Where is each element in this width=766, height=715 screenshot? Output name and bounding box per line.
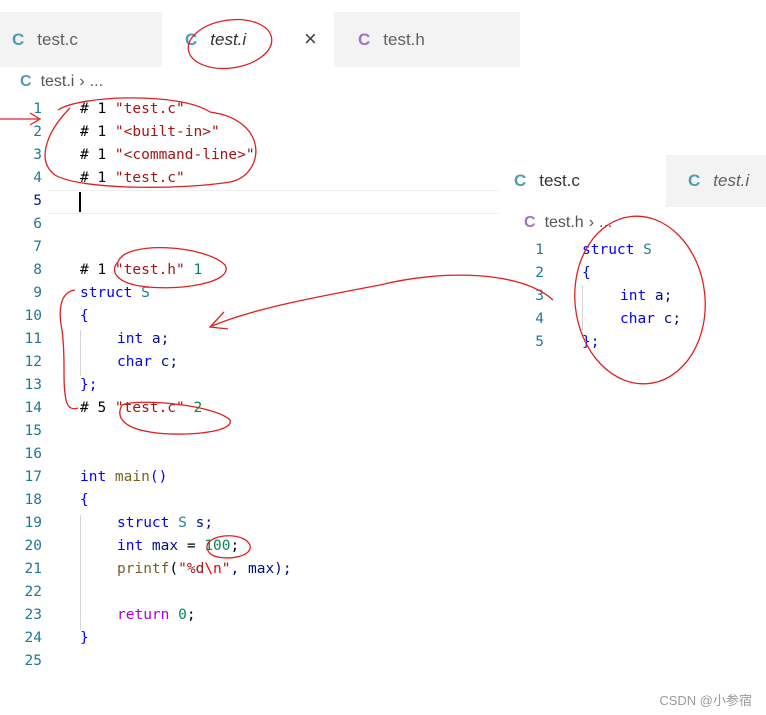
annotation-circle (44, 97, 257, 188)
red-annotations (0, 18, 706, 559)
annotation-circle (574, 215, 706, 385)
annotation-circle (119, 401, 231, 435)
annotation-circle (113, 247, 227, 289)
watermark: CSDN @小参宿 (659, 693, 752, 708)
annotation-arrow (0, 112, 42, 126)
annotation-bracket (59, 289, 79, 410)
annotation-circle (206, 535, 251, 559)
annotation-arrow (208, 274, 554, 330)
annotation-circle (187, 18, 273, 70)
